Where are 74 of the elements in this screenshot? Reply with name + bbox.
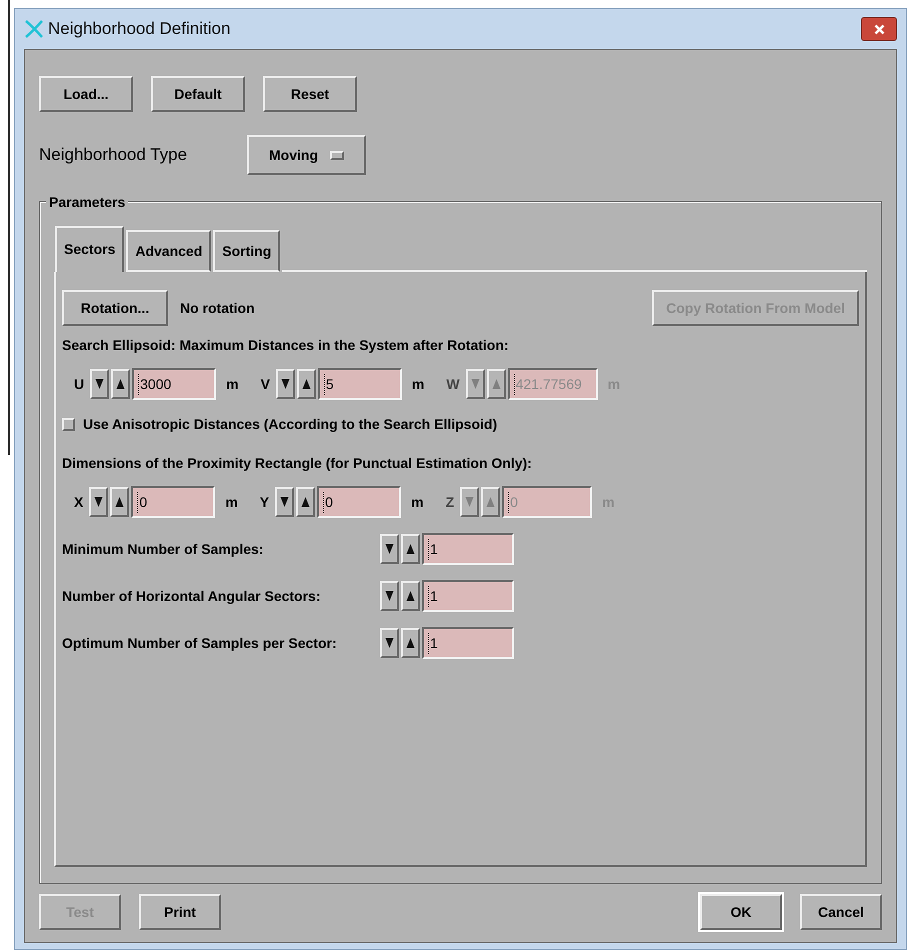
down-triangle-icon [470,378,480,390]
up-triangle-icon [302,378,311,390]
axis-label: U [74,374,84,394]
unit-label: m [226,374,239,394]
unit-label: m [225,492,238,512]
toolbar-button[interactable]: Load... [39,76,133,112]
axis-label: Y [260,492,270,512]
axis-label: Z [446,492,454,512]
unit-label: m [411,492,424,512]
up-triangle-icon [406,637,415,649]
down-triangle-icon [280,496,290,508]
decrement-button[interactable] [89,487,108,517]
increment-button[interactable] [401,534,420,564]
field-label: Optimum Number of Samples per Sector: [62,634,338,653]
increment-button[interactable] [111,369,130,399]
number-field[interactable]: 1 [422,580,514,612]
checkbox[interactable] [62,418,75,431]
up-triangle-icon [406,543,415,555]
close-icon [874,24,884,34]
down-triangle-icon [280,378,290,390]
axis-label: X [74,492,84,512]
toolbar-button[interactable]: Reset [263,76,357,112]
increment-button[interactable] [110,487,130,517]
option-indicator-icon [330,150,344,160]
up-triangle-icon [301,496,310,508]
down-triangle-icon [95,378,104,390]
axis-label: V [260,374,270,394]
close-button[interactable] [861,17,897,41]
down-triangle-icon [385,590,394,602]
tab[interactable]: Sectors [55,226,124,272]
app-logo-icon [24,19,44,39]
number-field[interactable]: 0 [317,486,402,518]
up-triangle-icon [492,378,501,390]
decrement-button[interactable] [380,581,399,611]
number-field[interactable]: 1 [422,533,514,565]
dialog-button[interactable]: Cancel [800,894,882,930]
dropdown-button[interactable]: Moving [247,135,366,175]
increment-button[interactable] [296,487,316,517]
rotation-button[interactable]: Rotation... [62,290,168,326]
up-triangle-icon [406,590,415,602]
dialog-button[interactable]: OK [700,894,782,930]
decrement-button[interactable] [90,369,110,399]
number-field[interactable]: 0 [131,486,216,518]
decrement-button[interactable] [380,534,399,564]
tab[interactable]: Sorting [213,230,280,272]
number-field[interactable]: 1 [422,627,514,659]
down-triangle-icon [465,496,474,508]
up-triangle-icon [486,496,496,508]
field-label: Minimum Number of Samples: [62,540,264,559]
number-field[interactable]: 5 [318,368,402,400]
down-triangle-icon [385,543,394,555]
increment-button[interactable] [296,369,316,399]
decrement-button[interactable] [275,487,294,517]
up-triangle-icon [116,378,126,390]
increment-button[interactable] [401,628,420,658]
increment-button[interactable] [401,581,420,611]
toolbar-button[interactable]: Default [151,76,245,112]
window-title: Neighborhood Definition [48,18,230,40]
field-label: Number of Horizontal Angular Sectors: [62,586,322,606]
rotation-status: No rotation [180,298,255,318]
up-triangle-icon [115,496,124,508]
unit-label: m [412,374,424,394]
axis-label: W [446,374,460,394]
section-heading: Dimensions of the Proximity Rectangle (for Punctual Estimation Only): [62,454,533,473]
decrement-button[interactable] [380,628,399,658]
down-triangle-icon [385,637,394,649]
field-label: Neighborhood Type [39,144,188,166]
checkbox-label: Use Anisotropic Distances (According to the Search Ellipsoid) [83,415,498,434]
tab[interactable]: Advanced [126,230,212,272]
down-triangle-icon [94,496,104,508]
dialog-button[interactable]: Print [139,894,221,930]
section-heading: Search Ellipsoid: Maximum Distances in the System after Rotation: [62,336,510,355]
number-field[interactable]: 3000 [132,368,216,400]
decrement-button[interactable] [276,369,295,399]
